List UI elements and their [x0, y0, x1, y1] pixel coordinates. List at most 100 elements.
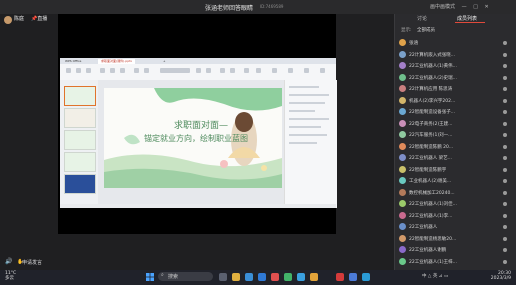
edge-browser-icon[interactable] [245, 273, 253, 281]
member-name: 22工业机器人(1)李... [409, 213, 453, 219]
property-row[interactable] [289, 110, 315, 112]
ribbon-icon[interactable] [288, 68, 293, 73]
ribbon-icon[interactable] [134, 68, 139, 73]
ribbon-icon[interactable] [256, 68, 261, 73]
member-avatar [399, 234, 406, 242]
slide-thumbnail[interactable] [64, 86, 96, 106]
member-row[interactable]: 张涵 [399, 38, 515, 48]
search-icon: ⌕ [161, 272, 164, 278]
property-row[interactable] [289, 142, 317, 144]
member-status-icon [503, 179, 507, 183]
slide-thumbnail[interactable] [64, 108, 96, 128]
slide-thumbnail[interactable] [64, 152, 96, 172]
member-name: 工业机器人(2)谢美... [409, 179, 452, 184]
slide-subtitle: 锚定就业方向，绘制职业蓝图 [144, 134, 248, 143]
ribbon-icon[interactable] [86, 68, 91, 73]
slide-title: 求职面对面— [174, 121, 229, 131]
speaker-icon[interactable]: 🔊 [5, 258, 12, 265]
slide-thumbnail[interactable] [64, 130, 96, 150]
member-avatar [399, 73, 406, 81]
member-status-icon [503, 133, 507, 137]
app-icon[interactable] [362, 273, 370, 281]
member-row[interactable]: 22工业机器人(1)李... [399, 211, 515, 221]
property-row[interactable] [289, 118, 329, 120]
member-row[interactable]: 机器人(2)李兴宇202... [399, 96, 515, 106]
task-view-icon[interactable] [219, 273, 227, 281]
member-row[interactable]: 22计算机应用 陈思涛 [399, 84, 515, 94]
ribbon-icon[interactable] [196, 68, 201, 73]
ribbon-icon[interactable] [320, 68, 325, 73]
member-row[interactable]: 22汽车服务(1)刘一... [399, 130, 515, 140]
host-avatar[interactable] [4, 16, 12, 24]
member-row[interactable]: 22工业机器人 梁艺... [399, 153, 515, 163]
ribbon-icon[interactable] [304, 68, 309, 73]
member-row[interactable]: 22智能制造陈鹏宇 [399, 165, 515, 175]
app-icon[interactable] [297, 273, 305, 281]
ribbon-icon[interactable] [230, 68, 235, 73]
clock[interactable]: 20:30 2023/3/9 [481, 271, 511, 281]
member-row[interactable]: 22智能制造设备张子... [399, 107, 515, 117]
ribbon-icon[interactable] [66, 68, 71, 73]
minimize-button[interactable]: — [462, 4, 467, 10]
property-row[interactable] [289, 134, 327, 136]
ribbon-icon[interactable] [244, 68, 249, 73]
member-name: 张涵 [409, 41, 418, 46]
member-avatar [399, 85, 406, 92]
member-row[interactable]: 工业机器人(2)谢美... [399, 176, 515, 186]
ribbon-icon[interactable] [100, 68, 105, 73]
member-avatar [399, 154, 406, 161]
member-row[interactable]: 22电子商务(2)王建... [399, 119, 515, 129]
filter-label: 显示: [401, 28, 412, 33]
member-row[interactable]: 22智能制造杨思敏20... [399, 234, 515, 244]
member-status-icon [503, 190, 507, 195]
member-row[interactable]: 数控机械加工20240... [399, 188, 515, 198]
wps-icon[interactable] [336, 273, 344, 281]
font-selector[interactable] [160, 68, 190, 73]
member-row[interactable]: 22工业机器人(2)史瑞... [399, 73, 515, 83]
member-row[interactable]: 22智能制造陈鹏 20... [399, 142, 515, 152]
member-name: 22智能制造陈鹏宇 [409, 167, 447, 173]
ribbon-icon[interactable] [220, 68, 225, 73]
taskbar-search-box[interactable] [158, 272, 213, 281]
store-icon[interactable] [258, 273, 266, 281]
property-row[interactable] [289, 94, 329, 96]
member-row[interactable]: 22工业机器人(1)刘佳... [399, 199, 515, 209]
member-avatar [399, 39, 406, 46]
windows-start-icon[interactable] [146, 273, 154, 281]
app-icon[interactable] [310, 273, 318, 281]
member-row[interactable]: 22工业机器人 [399, 222, 515, 232]
member-avatar [399, 200, 406, 207]
wechat-icon[interactable] [284, 273, 292, 281]
property-row[interactable] [289, 126, 321, 128]
member-status-icon [503, 144, 507, 149]
ribbon-icon[interactable] [76, 68, 81, 73]
member-name: 22汽车服务(1)刘一... [409, 133, 453, 138]
maximize-button[interactable]: □ [473, 4, 478, 10]
property-row[interactable] [289, 102, 325, 104]
close-button[interactable]: ✕ [485, 4, 489, 10]
tab-discussion[interactable]: 讨论 [417, 15, 427, 22]
file-explorer-icon[interactable] [232, 273, 240, 281]
member-row[interactable]: 22工业机器人(1)黄伟... [399, 61, 515, 71]
follow-button[interactable]: 📌直播 [31, 15, 47, 22]
ribbon-icon[interactable] [206, 68, 211, 73]
member-row[interactable]: 22工业机器人(1)王梓... [399, 257, 515, 267]
member-row[interactable]: 22计算机嵌入式张晓... [399, 50, 515, 60]
pip-mode-button[interactable]: 画中画模式 [430, 3, 455, 10]
slide-thumbnail[interactable] [64, 174, 96, 194]
member-filter-select[interactable]: 全部成员 [417, 27, 435, 33]
member-row[interactable]: 22工业机器人谢鹏 [399, 245, 515, 255]
current-slide[interactable]: 求职面对面— 锚定就业方向，绘制职业蓝图 [104, 88, 282, 188]
ribbon-icon[interactable] [272, 68, 277, 73]
ribbon-icon[interactable] [120, 68, 125, 73]
weather-widget[interactable]: 11°C 多云 [5, 271, 16, 281]
app-icon[interactable] [349, 273, 357, 281]
member-status-icon [503, 110, 507, 114]
system-tray[interactable]: 中 △ 英 ⊿ ▭ [422, 273, 448, 279]
tab-members[interactable]: 成员列表 [457, 15, 477, 22]
app-icon[interactable] [271, 273, 279, 281]
apply-to-speak-button[interactable]: 申请发言 [22, 259, 42, 266]
ribbon-icon[interactable] [110, 68, 115, 73]
ribbon-icon[interactable] [144, 68, 149, 73]
property-row[interactable] [289, 86, 319, 88]
